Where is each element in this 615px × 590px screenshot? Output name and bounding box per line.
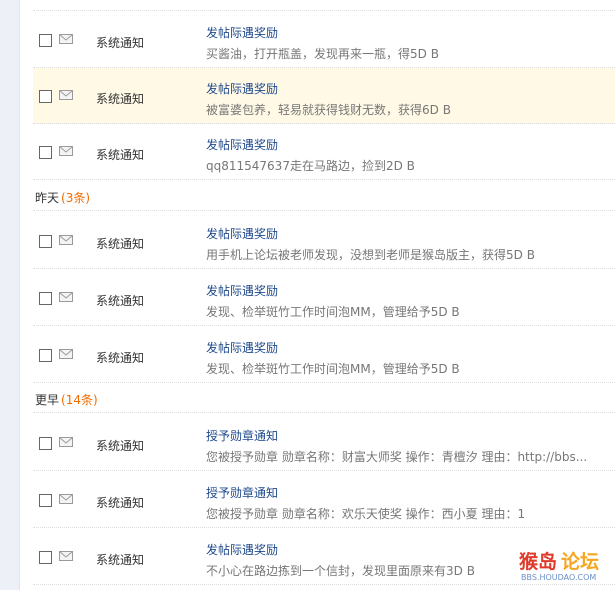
row-checkbox[interactable] [39, 235, 52, 248]
row-checkbox[interactable] [39, 551, 52, 564]
group-divider [33, 412, 615, 413]
svg-text:BBS.HOUDAO.COM: BBS.HOUDAO.COM [521, 573, 596, 582]
row-checkbox[interactable] [39, 146, 52, 159]
top-divider [33, 10, 615, 11]
group-label: 更早 [35, 393, 60, 407]
notification-title-link[interactable]: 发帖际遇奖励 [206, 80, 278, 97]
notification-description: 买酱油，打开瓶盖，发现再来一瓶，得5D B [206, 47, 439, 61]
envelope-icon [59, 349, 73, 359]
group-count: (14条) [61, 393, 98, 407]
notification-description: 被富婆包养，轻易就获得钱财无数，获得6D B [206, 103, 451, 117]
notification-title-link[interactable]: 发帖际遇奖励 [206, 282, 278, 299]
notification-type: 系统通知 [96, 237, 145, 251]
site-watermark-logo: 猴岛 论坛 BBS.HOUDAO.COM [517, 546, 609, 586]
envelope-icon [59, 437, 73, 447]
list-item[interactable]: 系统通知 发帖际遇奖励 买酱油，打开瓶盖，发现再来一瓶，得5D B [33, 12, 615, 68]
svg-text:论坛: 论坛 [561, 550, 599, 573]
row-checkbox[interactable] [39, 34, 52, 47]
notification-title-link[interactable]: 发帖际遇奖励 [206, 541, 278, 558]
notification-title-link[interactable]: 发帖际遇奖励 [206, 136, 278, 153]
notification-type: 系统通知 [96, 553, 145, 567]
list-item[interactable]: 系统通知 授予勋章通知 您被授予勋章 勋章名称：财富大师奖 操作：青檀汐 理由：… [33, 415, 615, 471]
notification-type: 系统通知 [96, 294, 145, 308]
notification-description: 您被授予勋章 勋章名称：欢乐天使奖 操作：西小夏 理由：1 [206, 507, 526, 521]
notification-title-link[interactable]: 发帖际遇奖励 [206, 24, 278, 41]
envelope-icon [59, 34, 73, 44]
notification-title-link[interactable]: 发帖际遇奖励 [206, 225, 278, 242]
group-header-earlier: 更早 (14条) [35, 388, 98, 412]
row-checkbox[interactable] [39, 494, 52, 507]
list-item[interactable]: 系统通知 发帖际遇奖励 用手机上论坛被老师发现，没想到老师是猴岛版主，获得5D … [33, 213, 615, 269]
notification-type: 系统通知 [96, 92, 145, 106]
notification-description: 发现、检举斑竹工作时间泡MM，管理给予5D B [206, 305, 460, 319]
envelope-icon [59, 494, 73, 504]
group-divider [33, 210, 615, 211]
envelope-icon [59, 90, 73, 100]
notification-title-link[interactable]: 授予勋章通知 [206, 427, 278, 444]
envelope-icon [59, 551, 73, 561]
envelope-icon [59, 146, 73, 156]
notification-title-link[interactable]: 授予勋章通知 [206, 484, 278, 501]
group-header-yesterday: 昨天 (3条) [35, 186, 90, 210]
envelope-icon [59, 292, 73, 302]
notification-type: 系统通知 [96, 439, 145, 453]
notification-list: 系统通知 发帖际遇奖励 买酱油，打开瓶盖，发现再来一瓶，得5D B 系统通知 发… [19, 0, 615, 590]
notification-description: qq811547637走在马路边，捡到2D B [206, 159, 415, 173]
notification-type: 系统通知 [96, 496, 145, 510]
group-count: (3条) [61, 191, 91, 205]
notification-description: 不小心在路边拣到一个信封，发现里面原来有3D B [206, 564, 475, 578]
notification-type: 系统通知 [96, 36, 145, 50]
row-checkbox[interactable] [39, 349, 52, 362]
row-checkbox[interactable] [39, 90, 52, 103]
group-label: 昨天 [35, 191, 60, 205]
list-item[interactable]: 系统通知 发帖际遇奖励 被富婆包养，轻易就获得钱财无数，获得6D B [33, 68, 615, 124]
notification-description: 用手机上论坛被老师发现，没想到老师是猴岛版主，获得5D B [206, 248, 535, 262]
houdao-logo: 猴岛 论坛 BBS.HOUDAO.COM [519, 550, 599, 582]
list-item[interactable]: 系统通知 发帖际遇奖励 发现、检举斑竹工作时间泡MM，管理给予5D B [33, 327, 615, 383]
list-item[interactable]: 系统通知 发帖际遇奖励 发现、检举斑竹工作时间泡MM，管理给予5D B [33, 270, 615, 326]
list-item[interactable]: 系统通知 发帖际遇奖励 qq811547637走在马路边，捡到2D B [33, 124, 615, 180]
notification-type: 系统通知 [96, 148, 145, 162]
notification-type: 系统通知 [96, 351, 145, 365]
list-item[interactable]: 系统通知 授予勋章通知 您被授予勋章 勋章名称：欢乐天使奖 操作：西小夏 理由：… [33, 472, 615, 528]
envelope-icon [59, 235, 73, 245]
row-checkbox[interactable] [39, 437, 52, 450]
notification-description: 您被授予勋章 勋章名称：财富大师奖 操作：青檀汐 理由：http://bbs..… [206, 450, 588, 464]
notification-description: 发现、检举斑竹工作时间泡MM，管理给予5D B [206, 362, 460, 376]
svg-text:猴岛: 猴岛 [519, 550, 557, 573]
left-sidebar-edge [0, 0, 20, 590]
notification-title-link[interactable]: 发帖际遇奖励 [206, 339, 278, 356]
row-checkbox[interactable] [39, 292, 52, 305]
